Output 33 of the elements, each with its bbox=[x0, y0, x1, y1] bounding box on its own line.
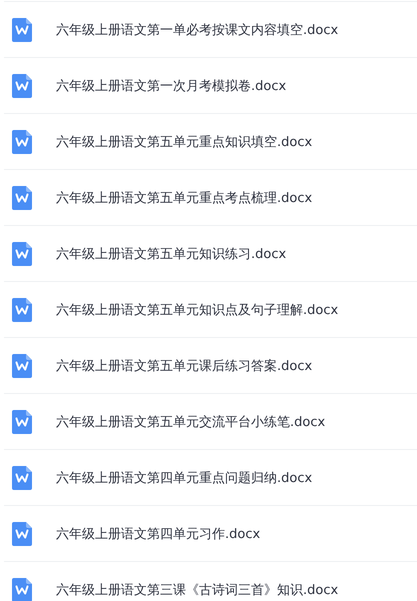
file-name: 六年级上册语文第五单元交流平台小练笔.docx bbox=[56, 414, 326, 430]
document-icon bbox=[12, 74, 32, 98]
document-icon bbox=[12, 522, 32, 546]
file-row[interactable]: 六年级上册语文第五单元重点考点梳理.docx bbox=[4, 169, 417, 225]
file-row[interactable]: 六年级上册语文第五单元知识点及句子理解.docx bbox=[4, 281, 417, 337]
file-name: 六年级上册语文第五单元知识练习.docx bbox=[56, 246, 286, 262]
file-name: 六年级上册语文第四单元习作.docx bbox=[56, 526, 260, 542]
file-row[interactable]: 六年级上册语文第四单元重点问题归纳.docx bbox=[4, 449, 417, 505]
file-row[interactable]: 六年级上册语文第三课《古诗词三首》知识.docx bbox=[4, 561, 417, 601]
document-icon bbox=[12, 242, 32, 266]
file-name: 六年级上册语文第五单元课后练习答案.docx bbox=[56, 358, 312, 374]
document-icon bbox=[12, 186, 32, 210]
file-name: 六年级上册语文第五单元知识点及句子理解.docx bbox=[56, 302, 338, 318]
file-row[interactable]: 六年级上册语文第五单元知识练习.docx bbox=[4, 225, 417, 281]
file-row[interactable]: 六年级上册语文第五单元交流平台小练笔.docx bbox=[4, 393, 417, 449]
document-icon bbox=[12, 410, 32, 434]
document-icon bbox=[12, 298, 32, 322]
file-row[interactable]: 六年级上册语文第四单元习作.docx bbox=[4, 505, 417, 561]
document-icon bbox=[12, 466, 32, 490]
file-name: 六年级上册语文第五单元重点考点梳理.docx bbox=[56, 190, 312, 206]
file-name: 六年级上册语文第四单元重点问题归纳.docx bbox=[56, 470, 312, 486]
file-row[interactable]: 六年级上册语文第一次月考模拟卷.docx bbox=[4, 57, 417, 113]
document-icon bbox=[12, 354, 32, 378]
document-icon bbox=[12, 578, 32, 601]
document-icon bbox=[12, 130, 32, 154]
document-icon bbox=[12, 18, 32, 42]
file-name: 六年级上册语文第三课《古诗词三首》知识.docx bbox=[56, 582, 338, 598]
file-name: 六年级上册语文第一单必考按课文内容填空.docx bbox=[56, 22, 338, 38]
file-row[interactable]: 六年级上册语文第一单必考按课文内容填空.docx bbox=[4, 1, 417, 57]
file-row[interactable]: 六年级上册语文第五单元课后练习答案.docx bbox=[4, 337, 417, 393]
file-row[interactable]: 六年级上册语文第五单元重点知识填空.docx bbox=[4, 113, 417, 169]
file-name: 六年级上册语文第五单元重点知识填空.docx bbox=[56, 134, 312, 150]
file-name: 六年级上册语文第一次月考模拟卷.docx bbox=[56, 78, 286, 94]
